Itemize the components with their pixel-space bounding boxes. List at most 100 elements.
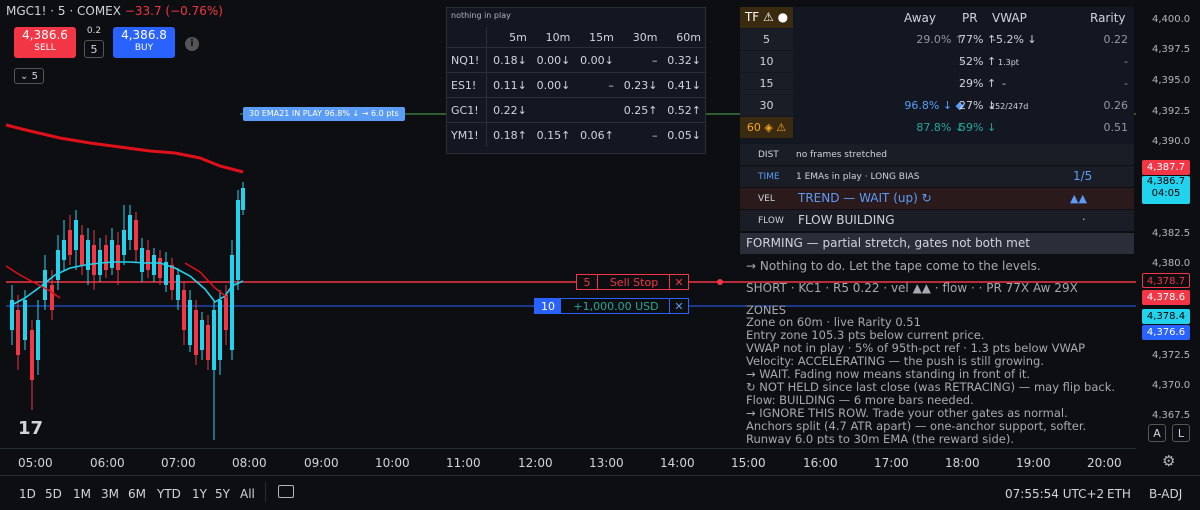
price-label: 4,380.0 [1152, 258, 1191, 269]
candle-body [206, 325, 210, 360]
ema-price-tag: 4,387.7 [1142, 160, 1190, 175]
fast-price-tag: 4,378.4 [1142, 309, 1190, 324]
rarity-header: Rarity [1090, 11, 1126, 25]
tf-rarity: 0.51 [1103, 121, 1129, 134]
range-all[interactable]: All [240, 487, 255, 501]
candle-body [122, 230, 126, 255]
matrix-cell: – [617, 122, 662, 147]
range-5y[interactable]: 5Y [215, 487, 230, 501]
tf-pr: 77% ↑ [959, 33, 997, 46]
auto-scale-button[interactable]: A [1148, 424, 1166, 442]
range-3m[interactable]: 3M [101, 487, 119, 501]
collapse-indicators-button[interactable]: ⌄ 5 [14, 68, 44, 84]
candle-body [230, 255, 234, 350]
matrix-cell: 0.11↓ [486, 72, 531, 98]
time-label: 11:00 [446, 456, 481, 470]
candle-body [241, 188, 245, 210]
tradingview-logo-icon[interactable]: 17 [18, 418, 43, 439]
time-label: 18:00 [945, 456, 980, 470]
tf-pr: 52% ↑ [959, 55, 997, 68]
candle-body [188, 300, 192, 345]
matrix-col-60m: 60m [676, 30, 701, 44]
candle-body [152, 255, 156, 275]
candle-body [50, 285, 54, 310]
note-line: → WAIT. Fading now means standing in fro… [746, 367, 1031, 381]
tf-header-row: TF ⚠ ● Away PR VWAP Rarity [740, 7, 1134, 28]
matrix-cell [530, 97, 575, 123]
matrix-col-5m: 5m [509, 30, 527, 44]
sell-stop-order[interactable]: 5 Sell Stop ✕ [576, 274, 689, 290]
range-5d[interactable]: 5D [45, 487, 62, 501]
sell-stop-close-icon[interactable]: ✕ [669, 275, 688, 290]
flow-mark: · [1082, 213, 1086, 226]
table-row: ES1! 0.11↓ 0.00↓ – 0.23↓ 0.41↓ [447, 72, 705, 98]
sell-stop-qty: 5 [577, 275, 598, 290]
candle-body [23, 300, 27, 340]
stop-price-tag-2: 4,378.6 [1142, 290, 1190, 305]
settings-gear-icon[interactable]: ⚙ [1162, 452, 1175, 470]
vel-arrows: ▲▲ [1070, 192, 1087, 205]
matrix-cell: 0.23↓ [617, 72, 662, 98]
range-1y[interactable]: 1Y [192, 487, 207, 501]
flow-row: FLOW FLOW BUILDING · [740, 210, 1134, 231]
range-ytd[interactable]: YTD [157, 487, 181, 501]
tf-label: 60 ◈ ⚠ [740, 117, 793, 138]
note-line: Runway 6.0 pts to 30m EMA (the reward si… [746, 434, 1014, 444]
buy-price: 4,386.8 [121, 28, 167, 42]
time-count: 1/5 [1073, 169, 1093, 183]
matrix-symbol: YM1! [447, 122, 488, 147]
range-1d[interactable]: 1D [19, 487, 36, 501]
position-price-tag: 4,376.6 [1142, 325, 1190, 340]
candle-body [146, 250, 150, 270]
flow-value: FLOW BUILDING [798, 213, 895, 227]
time-row: TIME 1 EMAs in play · LONG BIAS 1/5 [740, 166, 1134, 187]
forming-banner: FORMING — partial stretch, gates not bot… [740, 233, 1134, 254]
matrix-cell: 0.32↓ [661, 47, 705, 73]
candle-body [104, 245, 108, 270]
log-scale-button[interactable]: L [1172, 424, 1190, 442]
stop-price-tag: 4,378.7 [1142, 273, 1190, 288]
price-change: −33.7 (−0.76%) [124, 4, 223, 18]
time-label: 09:00 [304, 456, 339, 470]
time-label: 05:00 [18, 456, 53, 470]
matrix-cell: 0.15↑ [530, 122, 575, 147]
matrix-col-15m: 15m [589, 30, 614, 44]
position-order[interactable]: 10 +1,000.00 USD ✕ [534, 298, 689, 314]
session-toggle[interactable]: ETH [1107, 487, 1131, 501]
price-label: 4,382.5 [1152, 228, 1191, 239]
multi-symbol-matrix: nothing in play 5m 10m 15m 30m 60m NQ1! … [446, 7, 706, 154]
bottom-toolbar: 1D 5D 1M 3M 6M YTD 1Y 5Y All 07:55:54 UT… [0, 475, 1200, 510]
candle-body [116, 245, 120, 270]
tf-pr: 59% ↓ [959, 121, 997, 134]
candles [10, 182, 245, 440]
note-line: Anchors split (4.7 ATR apart) — one-anch… [746, 419, 1087, 433]
time-label: 08:00 [232, 456, 267, 470]
date-range-icon[interactable] [265, 482, 266, 502]
matrix-cell [574, 97, 618, 123]
info-icon[interactable]: i [185, 37, 199, 51]
quantity-field[interactable]: 5 [84, 40, 104, 58]
vwap-header: VWAP [992, 11, 1027, 25]
range-1m[interactable]: 1M [73, 487, 91, 501]
position-close-icon[interactable]: ✕ [669, 299, 688, 314]
time-label: 19:00 [1016, 456, 1051, 470]
pr-header: PR [962, 11, 978, 25]
adjust-toggle[interactable]: B-ADJ [1149, 487, 1182, 501]
price-label: 4,400.0 [1152, 14, 1191, 25]
range-6m[interactable]: 6M [128, 487, 146, 501]
goto-date-icon[interactable] [278, 485, 294, 498]
matrix-cell: 0.00↓ [530, 72, 575, 98]
symbol-header[interactable]: MGC1! · 5 · COMEX −33.7 (−0.76%) [6, 4, 223, 18]
price-label: 4,390.0 [1152, 136, 1191, 147]
buy-button[interactable]: 4,386.8 BUY [113, 27, 175, 58]
candle-body [212, 310, 216, 370]
candle-body [170, 265, 174, 290]
time-label: 17:00 [874, 456, 909, 470]
clock[interactable]: 07:55:54 UTC+2 [1005, 487, 1104, 501]
sell-button[interactable]: 4,386.6 SELL [14, 27, 76, 58]
tf-pr: 29% ↑ [959, 77, 997, 90]
candle-body [92, 245, 96, 275]
candle-body [236, 200, 240, 280]
candle-body [74, 220, 78, 250]
bar-countdown: 04:05 [1151, 188, 1181, 199]
